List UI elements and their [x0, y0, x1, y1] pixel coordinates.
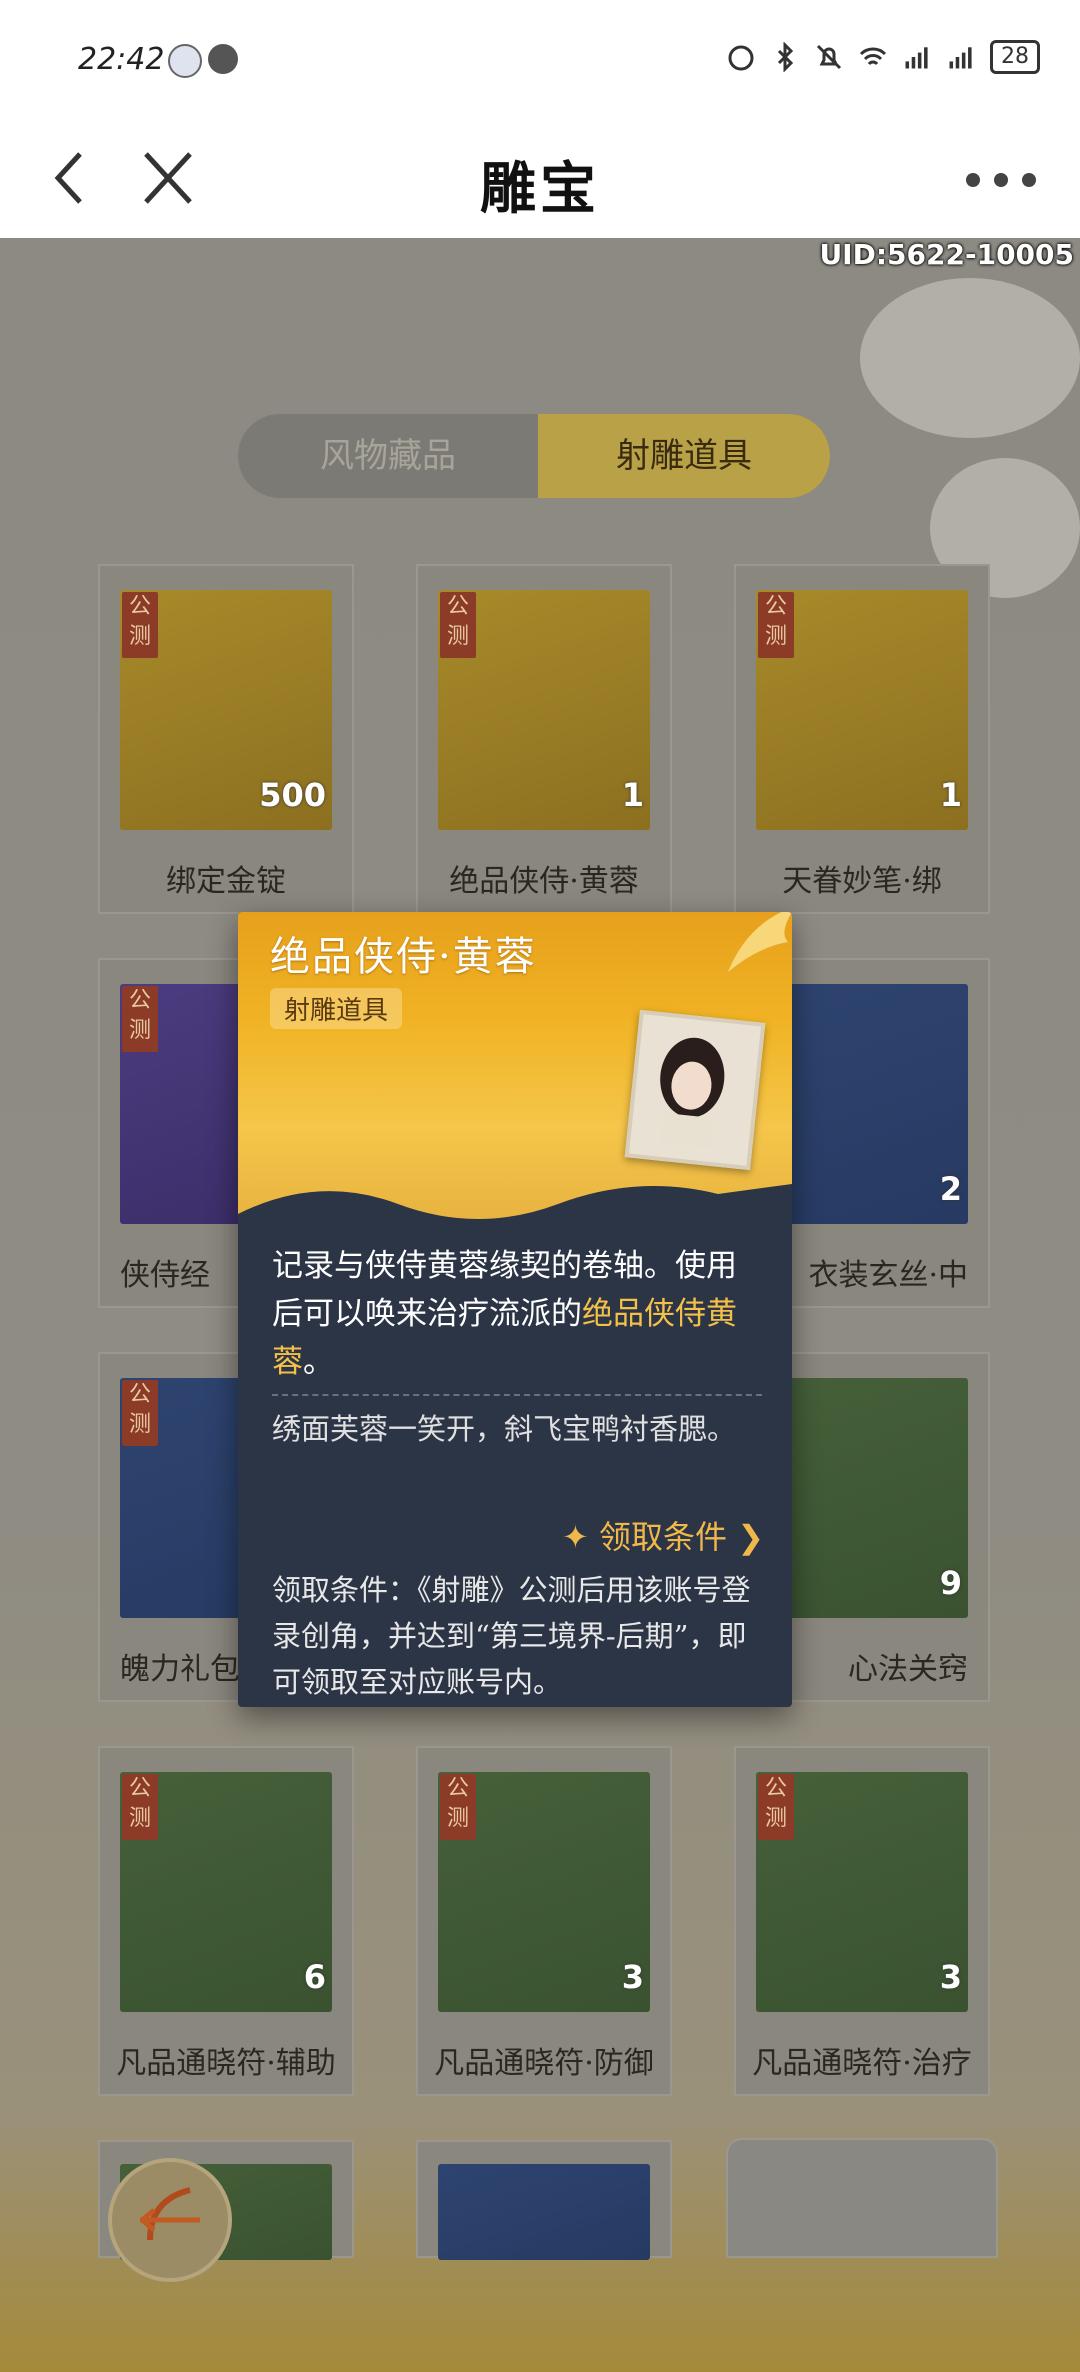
category-badge: 射雕道具 — [270, 988, 403, 1029]
item-detail-popup: 绝品侠侍·黄蓉 射雕道具 记录与侠侍黄蓉缘契的卷轴。使用后可以唤来治疗流派的绝品… — [238, 912, 792, 1707]
popup-title: 绝品侠侍·黄蓉 — [270, 934, 537, 980]
item-count: 3 — [621, 1958, 644, 1996]
item-name: 绑定金锭 — [166, 864, 286, 899]
item-name: 凡品通晓符·防御 — [434, 2046, 654, 2081]
mute-icon — [816, 44, 842, 70]
item-name: 天眷妙笔·绑 — [782, 864, 942, 899]
app-notification-icon — [168, 44, 202, 78]
item-card[interactable]: 公测 3 凡品通晓符·治疗 — [734, 1746, 990, 2096]
item-count: 9 — [939, 1564, 962, 1602]
wing-decoration — [728, 912, 792, 972]
public-test-badge: 公测 — [440, 592, 476, 658]
page-title: 雕宝 — [480, 156, 600, 222]
public-test-badge: 公测 — [122, 986, 158, 1052]
item-count: 2 — [939, 1170, 962, 1208]
signal-5g-icon — [949, 47, 972, 69]
public-test-badge: 公测 — [758, 1774, 794, 1840]
item-card[interactable]: 公测 1 天眷妙笔·绑 — [734, 564, 990, 914]
status-icons: 28 — [726, 40, 1040, 74]
item-count: 1 — [621, 776, 644, 814]
nav-bar: 雕宝 — [0, 120, 1080, 238]
item-card[interactable]: 公测 3 凡品通晓符·防御 — [416, 1746, 672, 2096]
blossom-decoration — [860, 278, 1080, 438]
signal-4g-icon — [905, 47, 928, 69]
item-image — [438, 2164, 650, 2260]
item-name: 凡品通晓符·辅助 — [116, 2046, 336, 2081]
item-count: 1 — [939, 776, 962, 814]
public-test-badge: 公测 — [122, 592, 158, 658]
item-card[interactable] — [726, 2138, 998, 2258]
bow-button[interactable] — [108, 2158, 232, 2282]
category-tabs: 风物藏品 射雕道具 — [238, 414, 830, 498]
tab-collectibles[interactable]: 风物藏品 — [238, 414, 538, 498]
battery-icon: 28 — [990, 40, 1040, 74]
uid-label: UID:5622-10005 — [819, 238, 1074, 271]
game-view: UID:5622-10005 风物藏品 射雕道具 公测 500 绑定金锭 公测 … — [0, 238, 1080, 2372]
condition-link[interactable]: ✦ 领取条件 ❯ — [562, 1512, 764, 1558]
public-test-badge: 公测 — [122, 1380, 158, 1446]
condition-text: 领取条件：《射雕》公测后用该账号登录创角，并达到“第三境界-后期”，即可领取至对… — [272, 1573, 751, 1699]
status-bar: 22:42 28 — [0, 0, 1080, 120]
item-card[interactable]: 公测 1 绝品侠侍·黄蓉 — [416, 564, 672, 914]
bluetooth-icon — [777, 42, 794, 72]
more-options-icon[interactable] — [966, 160, 1036, 200]
wifi-icon — [859, 47, 887, 66]
item-card[interactable]: 公测 500 绑定金锭 — [98, 564, 354, 914]
item-description: 记录与侠侍黄蓉缘契的卷轴。使用后可以唤来治疗流派的绝品侠侍黄蓉。 — [272, 1242, 762, 1386]
tab-props[interactable]: 射雕道具 — [538, 414, 830, 498]
item-count: 500 — [259, 776, 326, 814]
pause-notification-icon — [208, 44, 238, 74]
description-text: 。 — [303, 1344, 334, 1380]
alarm-icon — [728, 45, 754, 71]
item-name: 凡品通晓符·治疗 — [752, 2046, 972, 2081]
bow-arrow-icon — [140, 2187, 200, 2241]
public-test-badge: 公测 — [122, 1774, 158, 1840]
item-count: 3 — [939, 1958, 962, 1996]
public-test-badge: 公测 — [758, 592, 794, 658]
clock: 22:42 — [78, 42, 165, 77]
item-card[interactable] — [416, 2140, 672, 2260]
item-card[interactable]: 公测 6 凡品通晓符·辅助 — [98, 1746, 354, 2096]
divider — [272, 1394, 762, 1396]
chevron-right-icon: ❯ — [737, 1518, 764, 1556]
item-count: 6 — [303, 1958, 326, 1996]
condition-link-label: 领取条件 — [599, 1518, 728, 1556]
public-test-badge: 公测 — [440, 1774, 476, 1840]
item-name: 绝品侠侍·黄蓉 — [449, 864, 639, 899]
item-portrait — [624, 1009, 766, 1171]
flavor-text: 绣面芙蓉一笑开，斜飞宝鸭衬香腮。 — [272, 1412, 737, 1446]
